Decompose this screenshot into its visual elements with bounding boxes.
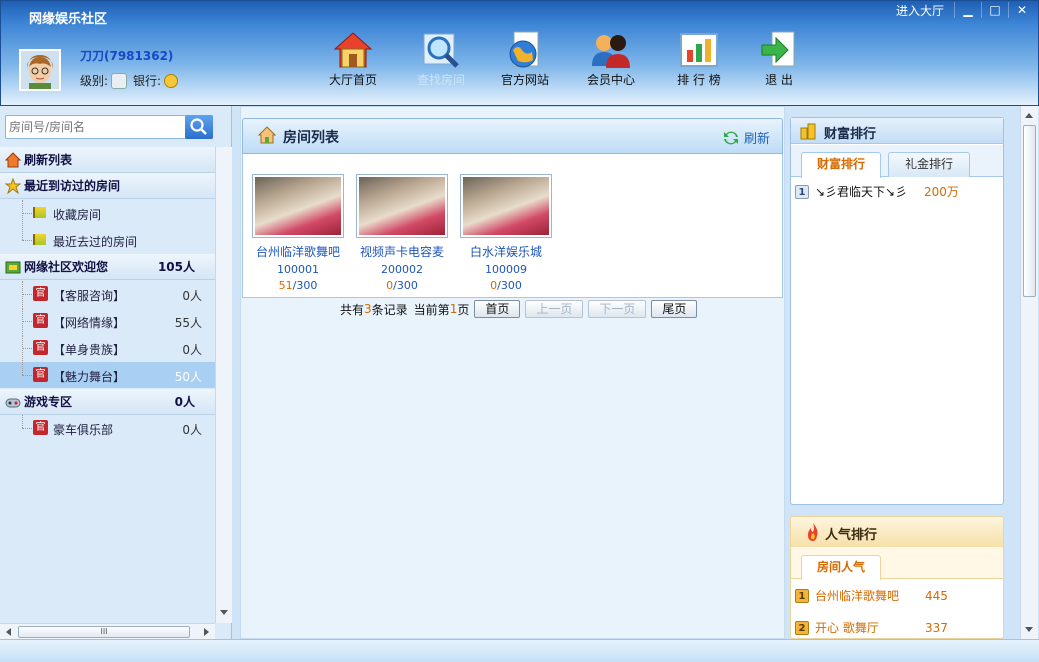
room-thumbnail[interactable] [252,174,344,238]
window-controls: 进入大厅 ▁ □ ✕ [896,1,1035,19]
sidebar-vertical-scrollbar[interactable] [215,147,232,623]
refresh-button[interactable]: 刷新 [723,128,770,147]
house-icon [333,32,373,68]
last-page-button[interactable]: 尾页 [651,300,698,318]
room-search-box [5,115,213,139]
enter-hall-link[interactable]: 进入大厅 [896,2,944,19]
next-page-button[interactable]: 下一页 [588,300,647,318]
official-badge-icon: 官 [33,340,48,355]
nav-hall-home[interactable]: 大厅首页 [318,30,388,92]
official-badge-icon: 官 [33,367,48,382]
home-icon [5,151,21,167]
wealth-ranking-panel: 财富排行 财富排行 礼金排行 1 ↘彡君临天下↘彡 200万 [790,117,1004,505]
money-bag-icon[interactable] [164,73,179,88]
star-icon [5,177,21,194]
first-page-button[interactable]: 首页 [474,300,521,318]
prev-page-button[interactable]: 上一页 [525,300,584,318]
user-name[interactable]: 刀刀(7981362) [80,47,173,64]
refresh-icon [723,131,738,144]
tree-item-favorites[interactable]: 收藏房间 [0,200,215,226]
room-thumbnail[interactable] [356,174,448,238]
pagination: 共有 3 条记录 当前第 1 页 首页 上一页 下一页 尾页 [340,300,698,318]
app-title: 网缘娱乐社区 [29,12,108,27]
popularity-ranking-title: 人气排行 [825,528,878,543]
avatar[interactable] [19,49,61,91]
tab-room-popularity[interactable]: 房间人气 [801,555,881,580]
room-thumbnail[interactable] [460,174,552,238]
official-badge-icon: 官 [33,420,48,435]
chart-icon [680,33,718,67]
globe-icon [509,31,539,68]
bank-label: 银行: [133,74,162,88]
nav-official-site[interactable]: 官方网站 [490,30,560,92]
magnifier-icon [423,33,459,68]
scroll-arrow-icon [220,610,228,615]
tree-item-car-club[interactable]: 官 豪车俱乐部 0人 [0,415,215,441]
scroll-left-icon [6,628,11,636]
official-badge-icon: 官 [33,286,48,301]
close-button[interactable]: ✕ [1008,2,1035,18]
tree-group-recent[interactable]: 最近到访过的房间 [0,173,215,199]
tree-item-online-romance[interactable]: 官 【网络情缘】 55人 [0,308,215,334]
flag-icon [33,207,46,218]
tab-wealth-ranking[interactable]: 财富排行 [801,152,881,178]
minimize-button[interactable]: ▁ [954,2,981,18]
status-bar [0,639,1039,662]
users-icon [592,35,630,68]
room-list-panel: 台州临洋歌舞吧 100001 51/300 视频声卡电容麦 200002 0/3… [242,154,783,298]
tree-group-games[interactable]: 游戏专区 0人 [0,389,215,415]
level-label: 级别: [80,74,109,88]
tree-item-customer-service[interactable]: 官 【客服咨询】 0人 [0,281,215,307]
maximize-button[interactable]: □ [981,2,1008,18]
scroll-right-icon [204,628,209,636]
scroll-thumb[interactable]: III [18,626,190,638]
avatar-portrait-icon [21,51,59,89]
gold-coins-icon [800,123,816,140]
official-badge-icon: 官 [33,313,48,328]
room-card[interactable]: 视频声卡电容麦 200002 0/300 [352,174,452,292]
tree-group-refresh[interactable]: 刷新列表 [0,147,215,173]
nav-leaderboard[interactable]: 排 行 榜 [664,30,734,92]
home-icon [258,126,276,144]
exit-arrow-icon [761,31,795,67]
flag-icon [33,234,46,245]
nav-member-center[interactable]: 会员中心 [576,30,646,92]
wealth-rank-row[interactable]: 1 ↘彡君临天下↘彡 200万 [795,183,959,200]
tree-group-community[interactable]: 网缘社区欢迎您 105人 [0,254,215,280]
room-search-input[interactable] [9,119,179,135]
community-icon [5,261,21,273]
popularity-ranking-panel: 人气排行 房间人气 1 台州临洋歌舞吧 445 2 开心 歌舞厅 337 [790,516,1004,639]
right-vertical-scrollbar[interactable] [1020,106,1038,639]
level-badge-icon [111,72,128,89]
room-list-header: 房间列表 刷新 [242,118,783,154]
nav-exit[interactable]: 退 出 [744,30,814,92]
tree-item-singles[interactable]: 官 【单身贵族】 0人 [0,335,215,361]
fire-icon [808,523,818,541]
room-card[interactable]: 台州临洋歌舞吧 100001 51/300 [248,174,348,292]
wealth-ranking-title: 财富排行 [824,127,877,142]
sidebar-horizontal-scrollbar[interactable]: III [0,623,215,639]
nav-find-room[interactable]: 查找房间 [406,30,476,92]
user-level-row: 级别: 银行: [80,72,179,89]
search-button[interactable] [185,115,213,139]
tree-item-recently-visited[interactable]: 最近去过的房间 [0,227,215,253]
popular-rank-row[interactable]: 1 台州临洋歌舞吧 445 [795,587,948,604]
tab-gift-ranking[interactable]: 礼金排行 [888,152,970,177]
room-card[interactable]: 白水洋娱乐城 100009 0/300 [456,174,556,292]
scroll-thumb[interactable] [1023,125,1036,297]
room-list-title: 房间列表 [283,130,339,146]
tree-item-charm-stage[interactable]: 官 【魅力舞台】 50人 [0,362,215,388]
gamepad-icon [5,398,21,407]
popular-rank-row[interactable]: 2 开心 歌舞厅 337 [795,619,948,636]
search-icon [190,118,207,135]
